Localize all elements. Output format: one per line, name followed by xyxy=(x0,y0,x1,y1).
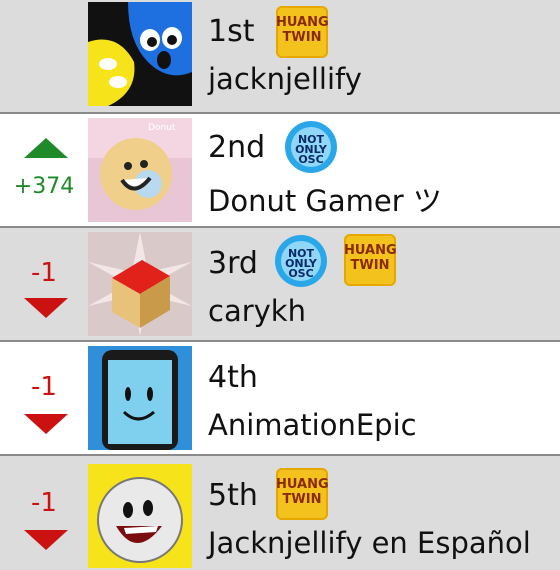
svg-text:Donut: Donut xyxy=(148,123,176,133)
channel-name[interactable]: carykh xyxy=(208,294,306,328)
rank-change-cell: +374 xyxy=(0,114,88,226)
badge-line: TWIN xyxy=(282,30,322,45)
arrow-down-icon xyxy=(24,414,68,434)
badge-line: HUANG xyxy=(276,477,329,492)
arrow-down-icon xyxy=(24,298,68,318)
rank-change-cell: -1 xyxy=(0,456,88,570)
leaderboard-row-2[interactable]: +374 Donut 2nd NOT ONLY OSC Donut Gamer … xyxy=(0,114,560,228)
huang-twin-badge: HUANG TWIN xyxy=(344,234,397,286)
rank-change-value: -1 xyxy=(31,488,57,518)
golfball-character-icon xyxy=(88,464,192,568)
four-character-icon xyxy=(88,2,192,106)
arrow-down-icon xyxy=(24,530,68,550)
channel-name[interactable]: jacknjellify xyxy=(208,62,362,96)
badge-line: OSC xyxy=(298,153,324,166)
channel-name[interactable]: Jacknjellify en Español xyxy=(208,526,531,560)
rank-label: 3rd xyxy=(208,246,258,281)
leaderboard-row-5[interactable]: -1 5th HUANG TWIN Jacknjellify en Españo… xyxy=(0,456,560,570)
badge-line: TWIN xyxy=(282,492,322,507)
huang-twin-badge: HUANG TWIN xyxy=(276,6,329,58)
rank-label: 4th xyxy=(208,360,258,395)
huang-twin-badge: HUANG TWIN xyxy=(276,468,329,520)
leaderboard-row-3[interactable]: -1 3rd NOT ONLY OSC HUANG TWIN carykh xyxy=(0,228,560,342)
rank-change-value: -1 xyxy=(31,258,57,288)
donut-character-icon: Donut xyxy=(88,118,192,222)
rank-change-value: +374 xyxy=(13,174,75,199)
leaderboard-row-1[interactable]: 1st HUANG TWIN jacknjellify xyxy=(0,0,560,114)
channel-name[interactable]: Donut Gamer ツ xyxy=(208,178,442,220)
badge-line: OSC xyxy=(288,267,314,280)
smartphone-character-icon xyxy=(88,346,192,450)
rank-label: 5th xyxy=(208,478,258,513)
channel-name[interactable]: AnimationEpic xyxy=(208,408,417,442)
cube-icon xyxy=(88,232,192,336)
rank-change-value: -1 xyxy=(31,372,57,402)
badge-line: TWIN xyxy=(350,258,390,273)
rank-change-cell: -1 xyxy=(0,342,88,454)
badge-line: HUANG xyxy=(344,243,397,258)
not-only-osc-badge: NOT ONLY OSC xyxy=(284,120,338,174)
rank-label: 1st xyxy=(208,14,255,49)
rank-label: 2nd xyxy=(208,130,266,165)
badge-line: HUANG xyxy=(276,15,329,30)
rank-change-cell xyxy=(0,0,88,112)
arrow-up-icon xyxy=(24,138,68,158)
rank-change-cell: -1 xyxy=(0,228,88,340)
not-only-osc-badge: NOT ONLY OSC xyxy=(274,234,328,288)
leaderboard-row-4[interactable]: -1 4th AnimationEpic xyxy=(0,342,560,456)
